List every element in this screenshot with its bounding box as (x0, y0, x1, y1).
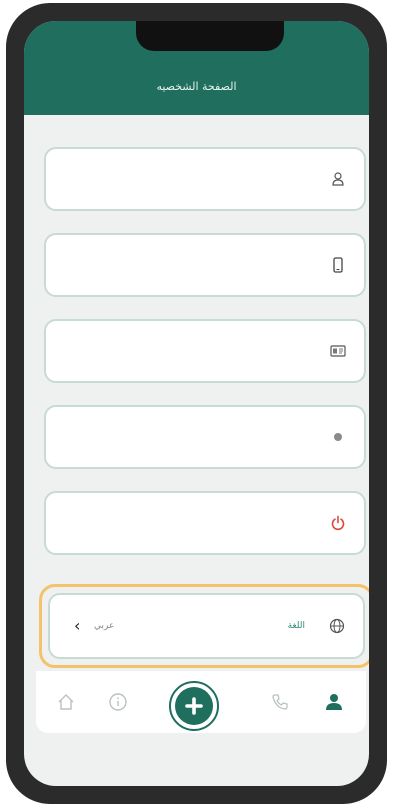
info-icon[interactable] (106, 690, 130, 714)
power-icon (330, 515, 346, 531)
call-icon[interactable] (268, 690, 292, 714)
chevron-left-icon[interactable]: ‹ (74, 618, 80, 634)
name-field[interactable] (44, 147, 366, 211)
info-dot-icon (330, 429, 346, 445)
user-icon (330, 171, 346, 187)
phone-frame: الصفحة الشخصيه اللغة عربي ‹ (6, 3, 387, 804)
id-field[interactable] (44, 319, 366, 383)
info-field[interactable] (44, 405, 366, 469)
bottom-nav (36, 671, 366, 733)
add-icon (175, 687, 213, 725)
language-value: عربي (94, 621, 115, 631)
phone-field[interactable] (44, 233, 366, 297)
language-highlight: اللغة عربي ‹ (39, 584, 369, 668)
profile-icon[interactable] (322, 690, 346, 714)
home-icon[interactable] (54, 690, 78, 714)
language-label: اللغة (287, 621, 305, 631)
language-field[interactable]: اللغة عربي ‹ (48, 593, 365, 659)
add-button[interactable] (169, 681, 219, 731)
phone-notch (136, 21, 284, 51)
app-screen: الصفحة الشخصيه اللغة عربي ‹ (24, 21, 369, 786)
logout-field[interactable] (44, 491, 366, 555)
phone-icon (330, 257, 346, 273)
page-title: الصفحة الشخصيه (156, 80, 237, 93)
globe-icon (329, 618, 345, 634)
id-card-icon (330, 343, 346, 359)
